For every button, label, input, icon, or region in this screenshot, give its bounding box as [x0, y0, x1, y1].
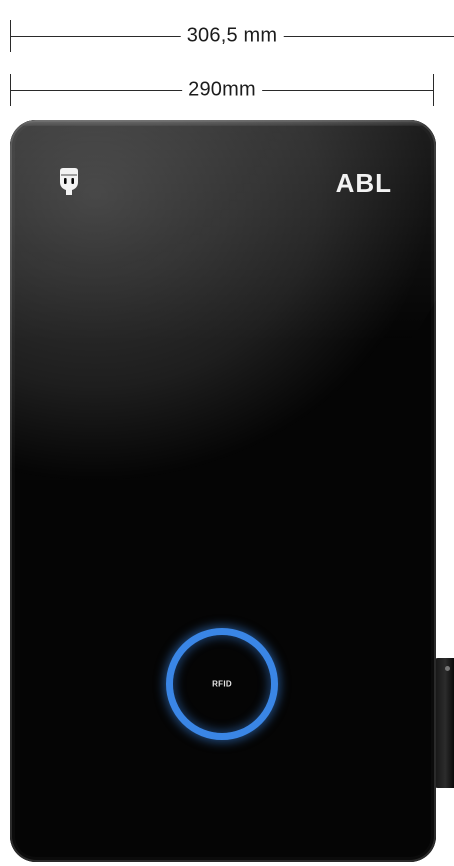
dimension-tick-left [10, 20, 11, 52]
plug-icon [60, 168, 78, 195]
brand-logo: ABL [335, 168, 392, 198]
inner-width-dimension: 290mm [10, 70, 434, 110]
bracket-screw [445, 666, 450, 671]
inner-width-label: 290mm [182, 78, 262, 102]
rfid-label: RFID [212, 679, 232, 689]
glass-reflection [10, 120, 436, 862]
dimension-tick-left [10, 74, 11, 106]
dimension-tick-right [433, 74, 434, 106]
rfid-reader[interactable]: RFID [166, 628, 278, 740]
wallbox-device: ABL RFID [10, 120, 436, 862]
outer-width-dimension: 306,5 mm [10, 16, 454, 56]
outer-width-label: 306,5 mm [180, 24, 284, 48]
device-rim [18, 120, 428, 126]
